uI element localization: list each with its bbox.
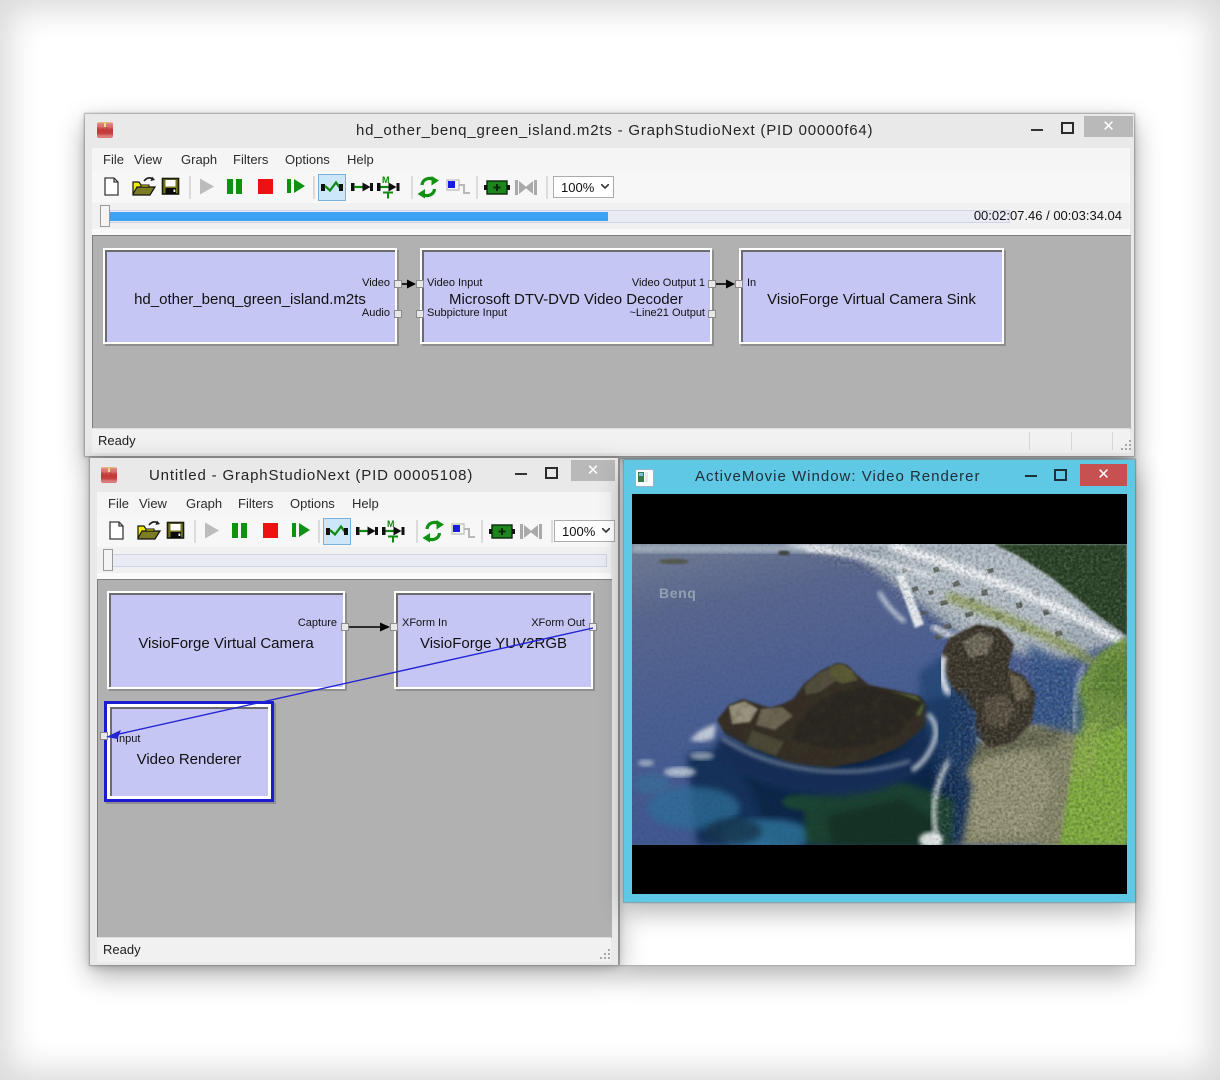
svg-text:Benq: Benq [659, 585, 696, 601]
svg-text:M: M [382, 175, 390, 185]
